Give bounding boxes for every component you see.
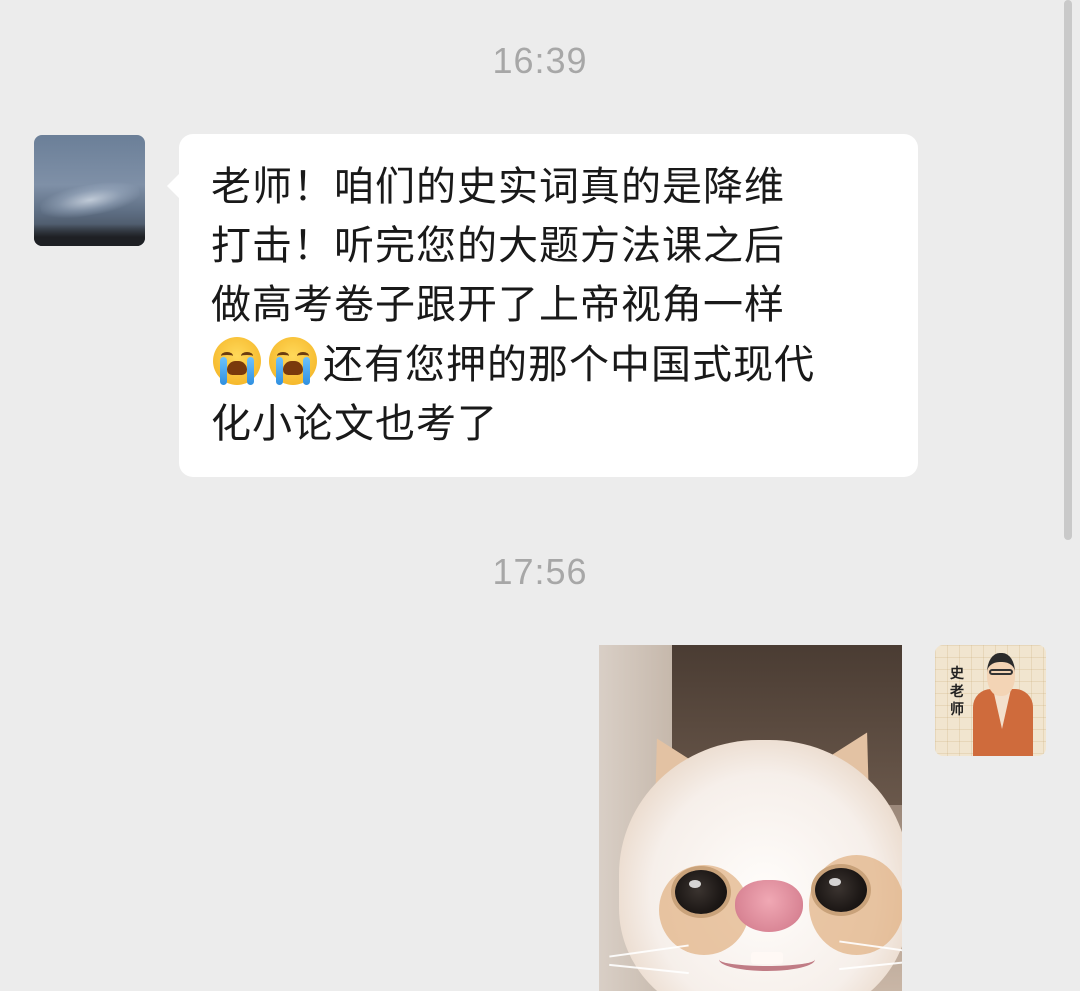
cat-nose (735, 880, 803, 932)
cat-face-icon (609, 740, 902, 991)
message-text: 老师！咱们的史实词真的是降维 打击！听完您的大题方法课之后 做高考卷子跟开了上帝… (211, 158, 891, 454)
avatar-sign-char: 史 (950, 666, 964, 682)
chat-thread[interactable]: 16:39 老师！咱们的史实词真的是降维 打击！听完您的大题方法课之后 做高考卷… (0, 0, 1080, 991)
incoming-message-bubble[interactable]: 老师！咱们的史实词真的是降维 打击！听完您的大题方法课之后 做高考卷子跟开了上帝… (167, 134, 918, 477)
cat-eye (815, 868, 867, 912)
message-line: 做高考卷子跟开了上帝视角一样 (211, 282, 785, 328)
message-line: 打击！听完您的大题方法课之后 (211, 223, 785, 269)
message-line: 化小论文也考了 (211, 401, 498, 447)
cat-whisker (839, 959, 902, 971)
loudly-crying-face-icon (267, 335, 319, 387)
message-line: 老师！咱们的史实词真的是降维 (211, 164, 785, 210)
outgoing-image-message[interactable] (599, 645, 902, 991)
message-timestamp: 17:56 (492, 551, 588, 592)
avatar-sign: 史 老 师 (947, 665, 967, 719)
my-avatar[interactable]: 史 老 师 (935, 645, 1046, 756)
message-line-with-emoji: 还有您押的那个中国式现代 (211, 335, 891, 395)
contact-avatar[interactable] (34, 135, 145, 246)
avatar-horizon (34, 224, 145, 246)
message-timestamp: 16:39 (492, 40, 588, 81)
avatar-sign-char: 师 (950, 702, 964, 718)
cat-mouth (719, 948, 815, 971)
scrollbar[interactable] (1064, 0, 1072, 540)
avatar-sign-char: 老 (950, 684, 964, 700)
loudly-crying-face-icon (211, 335, 263, 387)
avatar-cloud (38, 176, 142, 224)
cat-eye (675, 870, 727, 914)
glasses-icon (989, 669, 1013, 675)
message-line-text: 还有您押的那个中国式现代 (323, 342, 815, 388)
